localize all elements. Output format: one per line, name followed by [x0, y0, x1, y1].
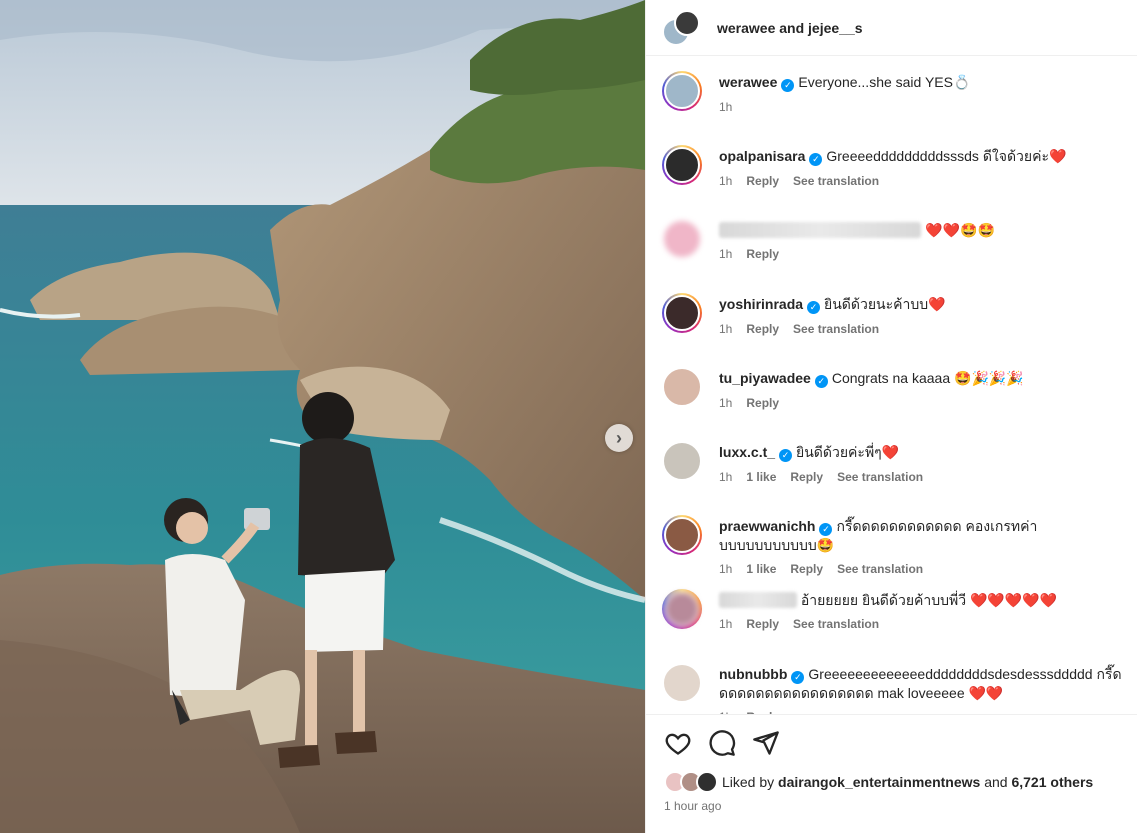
- author-link[interactable]: jejee__s: [808, 20, 863, 36]
- liked-prefix: Liked by: [722, 774, 775, 790]
- comment-item: luxx.c.t_ ✓ ยินดีด้วยค่ะพี่ๆ❤️ 1h 1 like Repl…: [662, 441, 1126, 515]
- avatar-image: [664, 591, 700, 627]
- reply-button[interactable]: Reply: [746, 247, 779, 261]
- comment-username[interactable]: nubnubbb: [719, 666, 787, 682]
- comment-item: jejee_friendอ้ายยยยย ยินดีด้วยค้าบบพี่วี…: [662, 589, 1126, 663]
- comment-text: Greeeedddddddddsssds ดีใจด้วยค่ะ❤️: [826, 148, 1067, 164]
- reply-button[interactable]: Reply: [746, 174, 779, 188]
- comment-username[interactable]: luxx.c.t_: [719, 444, 775, 460]
- comment-username[interactable]: praewwanichh: [719, 518, 815, 534]
- avatar-image: [662, 219, 702, 259]
- likes-count[interactable]: 6,721 others: [1011, 774, 1093, 790]
- see-translation-button[interactable]: See translation: [793, 174, 879, 188]
- avatar: [674, 9, 700, 36]
- comment-item: opalpanisara ✓ Greeeedddddddddsssds ดีใจด้…: [662, 145, 1126, 219]
- avatar-image: [662, 663, 702, 703]
- post-actions: Liked by dairangok_entertainmentnews and…: [646, 714, 1137, 833]
- reply-button[interactable]: Reply: [790, 470, 823, 484]
- comment-username[interactable]: tu_piyawadee: [719, 370, 811, 386]
- comment-time: 1h: [719, 322, 733, 336]
- avatar-image: [664, 517, 700, 553]
- comment-likes[interactable]: 1 like: [746, 562, 776, 576]
- comment-item: praewwanichh ✓ กรี๊ดดดดดดดดดดดด คองเกรทค่า…: [662, 515, 1126, 589]
- comment-username[interactable]: yoshirinrada: [719, 296, 803, 312]
- authors-conjunction: and: [779, 19, 805, 36]
- collab-avatars[interactable]: [662, 8, 702, 48]
- liked-and: and: [984, 774, 1008, 790]
- reply-button[interactable]: Reply: [746, 322, 779, 336]
- avatar[interactable]: [662, 589, 702, 629]
- see-translation-button[interactable]: See translation: [793, 617, 879, 631]
- reply-button[interactable]: Reply: [790, 562, 823, 576]
- comment-likes[interactable]: 1 like: [746, 470, 776, 484]
- comment-time: 1h: [719, 100, 733, 114]
- verified-icon: ✓: [814, 375, 828, 388]
- comment-username[interactable]: dairangok_entertainmentnews: [719, 222, 922, 238]
- liker-username[interactable]: dairangok_entertainmentnews: [778, 774, 980, 790]
- comment-item: nubnubbb ✓ Greeeeeeeeeeeeeddddddddsdesdess…: [662, 663, 1126, 714]
- see-translation-button[interactable]: See translation: [793, 322, 879, 336]
- comment-time: 1h: [719, 247, 733, 261]
- comment-item: tu_piyawadee ✓ Congrats na kaaaa 🤩🎉🎉🎉 1h Rep…: [662, 367, 1126, 441]
- avatar-image: [664, 295, 700, 331]
- comment-time: 1h: [719, 617, 733, 631]
- comment-time: 1h: [719, 174, 733, 188]
- comment-text: อ้ายยยยย ยินดีด้วยค้าบบพี่วี ❤️❤️❤️❤️❤️: [800, 592, 1058, 608]
- next-icon: ›: [616, 427, 622, 448]
- avatar-image: [664, 147, 700, 183]
- verified-icon: ✓: [809, 153, 823, 166]
- avatar[interactable]: [662, 219, 702, 259]
- avatar[interactable]: [662, 367, 702, 407]
- avatar[interactable]: [662, 293, 702, 333]
- comment-text: ❤️❤️🤩🤩: [925, 222, 996, 238]
- comment-text: ยินดีด้วยนะค้าบบ❤️: [824, 296, 946, 312]
- avatar[interactable]: [662, 441, 702, 481]
- comment-time: 1h: [719, 562, 733, 576]
- share-icon[interactable]: [752, 729, 780, 757]
- see-translation-button[interactable]: See translation: [837, 562, 923, 576]
- avatar-image: [662, 367, 702, 407]
- verified-icon: ✓: [807, 301, 821, 314]
- liker-avatars: [664, 771, 720, 793]
- post-photo[interactable]: ›: [0, 0, 645, 833]
- proposal-photo: [0, 0, 645, 833]
- post-authors: werawee and jejee__s: [717, 20, 863, 36]
- avatar[interactable]: [662, 515, 702, 555]
- see-translation-button[interactable]: See translation: [837, 470, 923, 484]
- avatar[interactable]: [662, 71, 702, 111]
- post-side-panel: werawee and jejee__s werawee ✓ Everyone...…: [645, 0, 1137, 833]
- comment-item: yoshirinrada ✓ ยินดีด้วยนะค้าบบ❤️ 1h Reply Se…: [662, 293, 1126, 367]
- likes-summary: Liked by dairangok_entertainmentnews and…: [646, 757, 1137, 793]
- comment-username[interactable]: jejee_friend: [719, 592, 797, 608]
- post-header: werawee and jejee__s: [646, 0, 1137, 56]
- comment-text: ยินดีด้วยค่ะพี่ๆ❤️: [796, 444, 900, 460]
- verified-icon: ✓: [791, 671, 805, 684]
- verified-icon: ✓: [781, 79, 795, 92]
- heart-icon[interactable]: [664, 729, 692, 757]
- comment-icon[interactable]: [708, 729, 736, 757]
- reply-button[interactable]: Reply: [746, 396, 779, 410]
- comment-time: 1h: [719, 470, 733, 484]
- reply-button[interactable]: Reply: [746, 617, 779, 631]
- verified-icon: ✓: [779, 449, 793, 462]
- caption-text: Everyone...she said YES💍: [798, 74, 971, 90]
- verified-icon: ✓: [819, 523, 833, 536]
- caption: werawee ✓ Everyone...she said YES💍 1h: [662, 71, 1126, 145]
- comment-text: Congrats na kaaaa 🤩🎉🎉🎉: [831, 370, 1024, 386]
- comments-list[interactable]: werawee ✓ Everyone...she said YES💍 1h opal…: [646, 57, 1137, 714]
- comment-time: 1h: [719, 396, 733, 410]
- next-image-button[interactable]: ›: [605, 424, 633, 452]
- comment-username[interactable]: werawee: [719, 74, 777, 90]
- avatar[interactable]: [662, 145, 702, 185]
- post-timestamp[interactable]: 1 hour ago: [646, 793, 1137, 813]
- comment-item: dairangok_entertainmentnews❤️❤️🤩🤩 1h Reply: [662, 219, 1126, 293]
- author-link[interactable]: werawee: [717, 20, 775, 36]
- avatar[interactable]: [662, 663, 702, 703]
- avatar-image: [662, 441, 702, 481]
- comment-username[interactable]: opalpanisara: [719, 148, 805, 164]
